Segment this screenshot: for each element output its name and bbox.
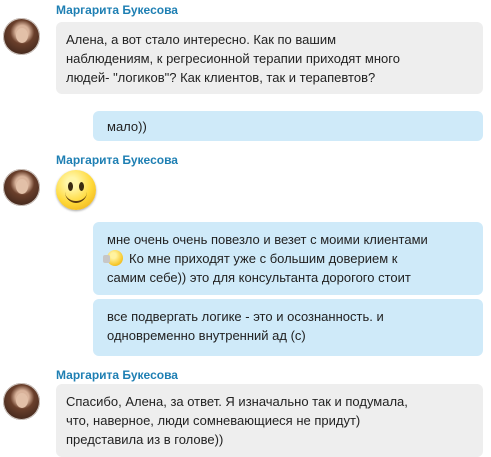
- message-bubble-outgoing: мне очень очень повезло и везет с моими …: [93, 222, 483, 295]
- message-text-line: одновременно внутренний ад (с): [107, 328, 306, 343]
- message-text-line: самим себе)) это для консультанта дорого…: [107, 270, 411, 285]
- message-text-line: все подвергать логике - это и осознаннос…: [107, 309, 384, 324]
- message-bubble-outgoing: все подвергать логике - это и осознаннос…: [93, 299, 483, 356]
- message-text-line: представила из в голове)): [66, 432, 224, 447]
- message-text-line: что, наверное, люди сомневающиеся не при…: [66, 413, 361, 428]
- message-bubble-incoming: Алена, а вот стало интересно. Как по ваш…: [56, 22, 483, 94]
- message-text-line: мне очень очень повезло и везет с моими …: [107, 232, 428, 247]
- sender-name[interactable]: Маргарита Букесова: [56, 3, 178, 17]
- smile-emoticon: [56, 170, 96, 210]
- message-text-line: Ко мне приходят уже с большим доверием к: [103, 249, 469, 268]
- sender-avatar[interactable]: [3, 383, 40, 420]
- message-text-line: Спасибо, Алена, за ответ. Я изначально т…: [66, 394, 408, 409]
- message-bubble-incoming: Спасибо, Алена, за ответ. Я изначально т…: [56, 384, 483, 457]
- sender-avatar[interactable]: [3, 169, 40, 206]
- message-bubble-outgoing: мало)): [93, 111, 483, 141]
- hand-smiley-emoticon: [103, 250, 123, 266]
- sender-name[interactable]: Маргарита Букесова: [56, 153, 178, 167]
- message-text-line: наблюдениям, к регресионной терапии прих…: [66, 51, 400, 66]
- message-text: Ко мне приходят уже с большим доверием к: [129, 251, 398, 266]
- message-text-line: людей- "логиков"? Как клиентов, так и те…: [66, 70, 376, 85]
- message-text-line: Алена, а вот стало интересно. Как по ваш…: [66, 32, 337, 47]
- sender-avatar[interactable]: [3, 18, 40, 55]
- sender-name[interactable]: Маргарита Букесова: [56, 368, 178, 382]
- message-text: мало)): [107, 119, 147, 134]
